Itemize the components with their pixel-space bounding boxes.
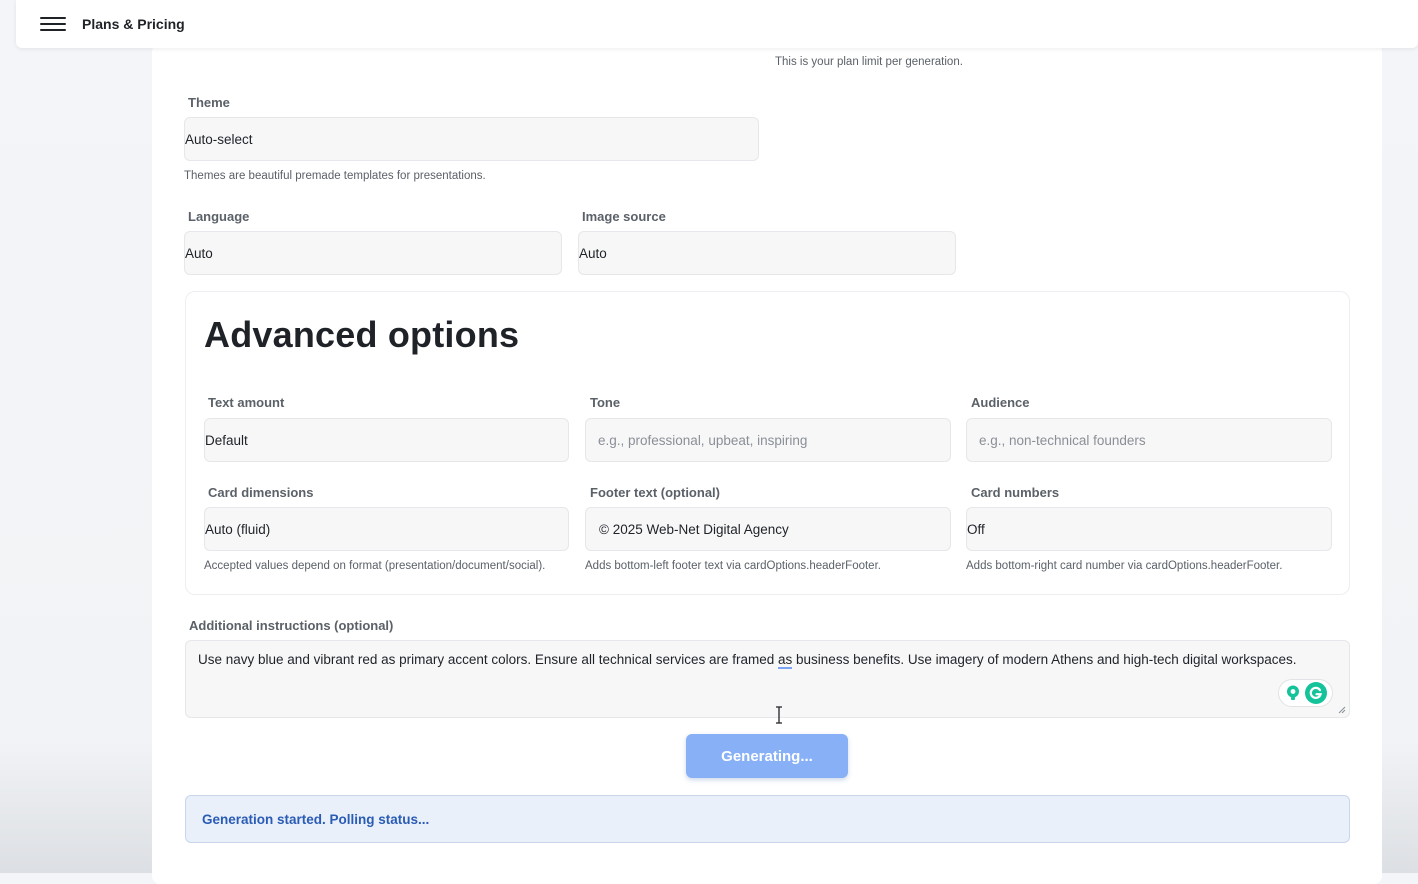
instructions-underlined-word: as — [778, 652, 793, 669]
tone-input[interactable]: e.g., professional, upbeat, inspiring — [585, 418, 951, 462]
grammarly-widget[interactable] — [1278, 679, 1333, 707]
footer-text-hint: Adds bottom-left footer text via cardOpt… — [585, 560, 881, 572]
instructions-textarea[interactable]: Use navy blue and vibrant red as primary… — [185, 640, 1350, 718]
hamburger-menu-icon[interactable] — [38, 13, 68, 35]
card-dimensions-hint: Accepted values depend on format (presen… — [204, 560, 546, 572]
text-amount-select[interactable]: Default — [204, 418, 569, 462]
language-label: Language — [188, 209, 250, 224]
card-numbers-hint: Adds bottom-right card number via cardOp… — [966, 560, 1283, 572]
card-numbers-label: Card numbers — [971, 485, 1060, 500]
advanced-options-title: Advanced options — [204, 314, 520, 355]
image-source-label: Image source — [582, 209, 666, 224]
card-dimensions-value: Auto (fluid) — [205, 521, 271, 537]
footer-text-label: Footer text (optional) — [590, 485, 720, 500]
footer-text-input[interactable]: © 2025 Web-Net Digital Agency — [585, 507, 951, 551]
theme-hint: Themes are beautiful premade templates f… — [184, 170, 486, 182]
form-card: This is your plan limit per generation. … — [152, 44, 1382, 884]
image-source-select[interactable]: Auto — [578, 231, 956, 275]
instructions-text-after: business benefits. Use imagery of modern… — [792, 652, 1297, 667]
footer-text-value: © 2025 Web-Net Digital Agency — [599, 521, 789, 537]
audience-label: Audience — [971, 395, 1030, 410]
text-amount-label: Text amount — [208, 395, 285, 410]
theme-select[interactable]: Auto-select — [184, 117, 759, 161]
page-title: Plans & Pricing — [82, 16, 185, 32]
audience-input[interactable]: e.g., non-technical founders — [966, 418, 1332, 462]
card-dimensions-select[interactable]: Auto (fluid) — [204, 507, 569, 551]
card-numbers-select[interactable]: Off — [966, 507, 1332, 551]
tone-placeholder: e.g., professional, upbeat, inspiring — [598, 432, 808, 448]
text-cursor-icon — [776, 706, 782, 724]
instructions-text-before: Use navy blue and vibrant red as primary… — [198, 652, 779, 667]
language-value: Auto — [185, 245, 213, 261]
theme-label: Theme — [188, 95, 230, 110]
card-numbers-value: Off — [967, 521, 985, 537]
top-bar: Plans & Pricing — [16, 0, 1418, 48]
audience-placeholder: e.g., non-technical founders — [979, 432, 1146, 448]
instructions-label: Additional instructions (optional) — [189, 618, 394, 633]
advanced-options-panel: Advanced options Text amount Default Ton… — [185, 291, 1350, 595]
card-dimensions-label: Card dimensions — [208, 485, 314, 500]
status-message: Generation started. Polling status... — [185, 795, 1350, 843]
text-amount-value: Default — [205, 432, 248, 448]
theme-value: Auto-select — [185, 131, 253, 147]
resize-handle-icon[interactable] — [1338, 706, 1346, 714]
language-select[interactable]: Auto — [184, 231, 562, 275]
plan-limit-hint: This is your plan limit per generation. — [775, 56, 963, 68]
image-source-value: Auto — [579, 245, 607, 261]
grammarly-icon[interactable] — [1305, 682, 1328, 704]
lightbulb-icon[interactable] — [1284, 684, 1302, 702]
generate-button[interactable]: Generating... — [686, 734, 848, 778]
tone-label: Tone — [590, 395, 621, 410]
